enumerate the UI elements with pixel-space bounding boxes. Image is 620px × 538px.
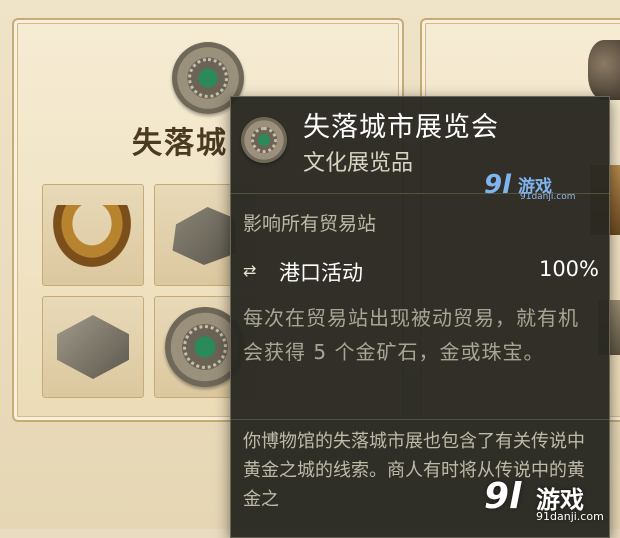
watermark-top: 9l 游戏 91danji.com: [484, 168, 584, 208]
tooltip-description: 每次在贸易站出现被动贸易，就有机会获得 5 个金矿石，金或珠宝。: [243, 306, 579, 364]
tooltip-effect-row: ⇄ 港口活动 100%: [243, 257, 599, 287]
ruin-icon: [172, 207, 236, 265]
tooltip-divider: [231, 419, 609, 420]
tooltip-effect-label: 港口活动: [279, 261, 363, 285]
exhibit-slot-temple[interactable]: [42, 296, 144, 398]
helmet-icon: [588, 40, 620, 100]
watermark-logo: 9l: [484, 170, 512, 200]
tooltip-affect-label: 影响所有贸易站: [243, 213, 377, 235]
necklace-icon: [53, 205, 131, 267]
watermark-bottom: 9l 游戏 91danji.com: [484, 472, 620, 529]
collection-card-title: 失落城: [132, 126, 228, 161]
temple-icon: [57, 315, 129, 379]
exhibit-coin-icon: [241, 117, 287, 163]
watermark-url: 91danji.com: [536, 510, 604, 523]
tooltip-effect-value: 100%: [538, 257, 599, 281]
tooltip-title: 失落城市展览会: [303, 112, 499, 143]
watermark-logo: 9l: [484, 476, 522, 517]
watermark-url: 91danji.com: [520, 192, 576, 202]
tooltip-subtitle: 文化展览品: [303, 151, 414, 176]
swap-arrows-icon: ⇄: [243, 261, 257, 280]
exhibit-slot-necklace[interactable]: [42, 184, 144, 286]
